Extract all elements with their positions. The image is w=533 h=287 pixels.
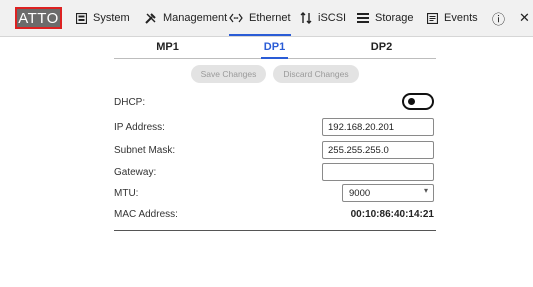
toggle-knob [408, 98, 415, 105]
section-divider [114, 230, 436, 231]
subnet-mask-label: Subnet Mask: [114, 145, 176, 156]
save-changes-button[interactable]: Save Changes [191, 65, 266, 83]
nav-item-system[interactable]: System [76, 0, 130, 36]
nav-item-label: Ethernet [249, 12, 291, 24]
close-icon[interactable]: ✕ [519, 0, 530, 36]
iscsi-icon [300, 12, 312, 24]
subnet-mask-field[interactable] [322, 141, 434, 159]
dhcp-label: DHCP: [114, 97, 146, 108]
ip-address-label: IP Address: [114, 122, 165, 133]
tools-icon [145, 12, 157, 24]
atto-logo: ATTO [15, 7, 62, 29]
info-icon[interactable]: ⓘ [492, 0, 505, 36]
ip-address-field[interactable] [322, 118, 434, 136]
events-icon [427, 12, 438, 24]
gateway-field[interactable] [322, 163, 434, 181]
chevron-down-icon: ▾ [423, 186, 428, 195]
nav-item-management[interactable]: Management [145, 0, 227, 36]
mac-address-value: 00:10:86:40:14:21 [350, 209, 434, 220]
nav-item-iscsi[interactable]: iSCSI [300, 0, 346, 36]
nav-item-label: iSCSI [318, 12, 347, 24]
ethernet-icon [229, 13, 243, 23]
nav-item-label: Events [444, 12, 478, 24]
nav-item-label: System [93, 12, 130, 24]
tab-dp1[interactable]: DP1 [221, 36, 328, 59]
tab-mp1[interactable]: MP1 [114, 36, 221, 58]
port-tabs: MP1 DP1 DP2 [114, 36, 436, 59]
tab-dp2[interactable]: DP2 [328, 36, 435, 58]
nav-item-label: Management [163, 12, 228, 24]
mtu-selected-value: 9000 [349, 187, 371, 199]
nav-item-events[interactable]: Events [427, 0, 478, 36]
dhcp-toggle[interactable] [402, 93, 434, 110]
discard-changes-button[interactable]: Discard Changes [273, 65, 359, 83]
nav-item-ethernet[interactable]: Ethernet [229, 0, 291, 36]
gateway-label: Gateway: [114, 167, 157, 178]
mtu-select[interactable]: 9000 ▾ [342, 184, 434, 202]
top-navigation-bar: ATTO System Management Ethernet iSCSI St… [0, 0, 533, 37]
mac-address-label: MAC Address: [114, 209, 178, 220]
storage-icon [357, 13, 369, 23]
system-icon [76, 12, 87, 24]
mtu-label: MTU: [114, 188, 139, 199]
nav-item-storage[interactable]: Storage [357, 0, 414, 36]
nav-item-label: Storage [375, 12, 414, 24]
